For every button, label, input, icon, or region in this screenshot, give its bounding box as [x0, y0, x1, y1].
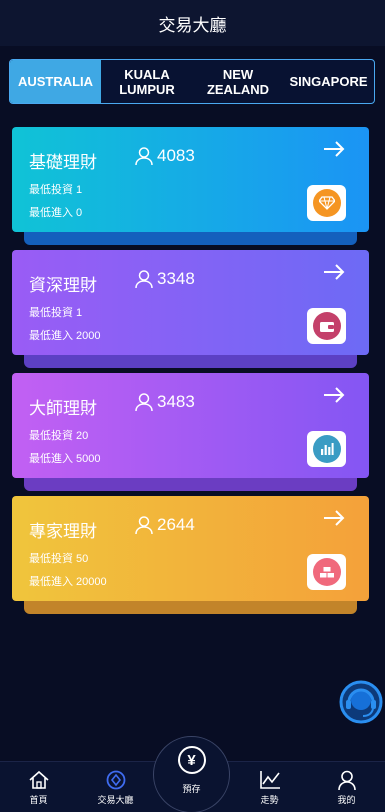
- region-tabs: AUSTRALIA KUALA LUMPUR NEW ZEALAND SINGA…: [9, 59, 375, 104]
- card-shadow: [24, 231, 357, 245]
- arrow-right-icon[interactable]: [323, 387, 345, 408]
- home-icon: [28, 770, 49, 789]
- tab-singapore[interactable]: SINGAPORE: [283, 60, 374, 103]
- arrow-right-icon[interactable]: [323, 141, 345, 162]
- min-entry-label: 最低進入 5000: [29, 453, 101, 465]
- nav-trend-label: 走勢: [260, 795, 279, 805]
- card-user-count: 2644: [134, 515, 195, 535]
- card-icon-box: [307, 554, 346, 590]
- card-title: 基礎理財: [29, 153, 97, 172]
- user-icon: [135, 270, 153, 289]
- card-body[interactable]: 資深理財 3348 最低投資 1 最低進入 2000: [12, 250, 369, 355]
- card-shadow: [24, 600, 357, 614]
- nav-mine[interactable]: 我的: [308, 762, 385, 812]
- compass-icon: [106, 770, 125, 790]
- card-body[interactable]: 大師理財 3483 最低投資 20 最低進入 5000: [12, 373, 369, 478]
- app-header: 交易大廳: [0, 0, 385, 46]
- gold-bars-icon: [312, 558, 341, 586]
- product-card-basic[interactable]: 基礎理財 4083 最低投資 1 最低進入 0: [12, 127, 369, 245]
- user-icon: [135, 393, 153, 412]
- card-title: 大師理財: [29, 399, 97, 418]
- tab-new-zealand[interactable]: NEW ZEALAND: [193, 60, 283, 103]
- min-invest-label: 最低投資 50: [29, 553, 89, 565]
- min-invest-label: 最低投資 1: [29, 307, 83, 319]
- card-shadow: [24, 354, 357, 368]
- diamond-icon: [312, 189, 341, 217]
- nav-trading-hall[interactable]: 交易大廳: [77, 762, 154, 812]
- card-count-value: 3483: [157, 392, 195, 411]
- card-body[interactable]: 基礎理財 4083 最低投資 1 最低進入 0: [12, 127, 369, 232]
- chart-icon: [312, 435, 341, 463]
- card-user-count: 4083: [134, 146, 195, 166]
- nav-trend[interactable]: 走勢: [231, 762, 308, 812]
- card-count-value: 4083: [157, 146, 195, 165]
- min-entry-label: 最低進入 2000: [29, 330, 101, 342]
- card-body[interactable]: 專家理財 2644 最低投資 50 最低進入 20000: [12, 496, 369, 601]
- nav-trading-label: 交易大廳: [97, 795, 134, 805]
- card-user-count: 3348: [134, 269, 195, 289]
- trend-chart-icon: [259, 771, 280, 789]
- nav-home-label: 首頁: [29, 795, 48, 805]
- arrow-right-icon[interactable]: [323, 510, 345, 531]
- arrow-right-icon[interactable]: [323, 264, 345, 285]
- customer-support-icon[interactable]: [339, 680, 383, 724]
- tab-kuala-lumpur[interactable]: KUALA LUMPUR: [101, 60, 193, 103]
- min-entry-label: 最低進入 0: [29, 207, 83, 219]
- yen-icon: ¥: [177, 746, 206, 774]
- nav-deposit-label: 預存: [182, 784, 201, 794]
- card-shadow: [24, 477, 357, 491]
- nav-mine-label: 我的: [337, 795, 356, 805]
- card-icon-box: [307, 431, 346, 467]
- card-count-value: 3348: [157, 269, 195, 288]
- min-invest-label: 最低投資 20: [29, 430, 89, 442]
- card-user-count: 3483: [134, 392, 195, 412]
- tab-australia[interactable]: AUSTRALIA: [10, 60, 101, 103]
- min-entry-label: 最低進入 20000: [29, 576, 107, 588]
- card-icon-box: [307, 185, 346, 221]
- nav-deposit-button[interactable]: ¥ 預存: [153, 736, 230, 812]
- nav-home[interactable]: 首頁: [0, 762, 77, 812]
- card-title: 資深理財: [29, 276, 97, 295]
- wallet-icon: [312, 312, 341, 340]
- user-icon: [135, 516, 153, 535]
- product-card-master[interactable]: 大師理財 3483 最低投資 20 最低進入 5000: [12, 373, 369, 491]
- product-card-senior[interactable]: 資深理財 3348 最低投資 1 最低進入 2000: [12, 250, 369, 368]
- card-count-value: 2644: [157, 515, 195, 534]
- product-card-expert[interactable]: 專家理財 2644 最低投資 50 最低進入 20000: [12, 496, 369, 614]
- user-icon: [135, 147, 153, 166]
- card-title: 專家理財: [29, 522, 97, 541]
- page-title: 交易大廳: [158, 15, 227, 35]
- card-icon-box: [307, 308, 346, 344]
- min-invest-label: 最低投資 1: [29, 184, 83, 196]
- user-profile-icon: [337, 770, 356, 790]
